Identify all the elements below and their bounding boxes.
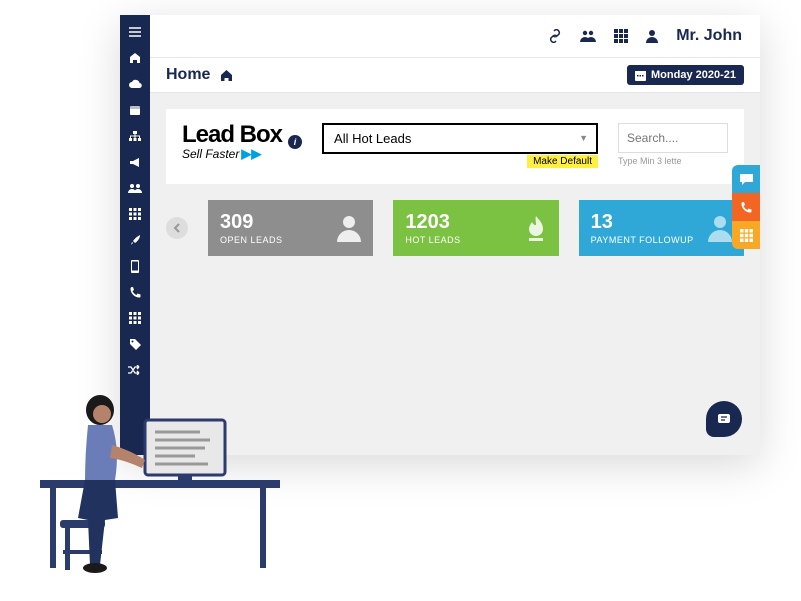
breadcrumb-bar: Home Monday 2020-21 <box>150 57 760 93</box>
rocket-icon[interactable] <box>128 233 142 247</box>
carousel-prev-button[interactable] <box>166 217 188 239</box>
widget-apps-icon[interactable] <box>732 221 760 249</box>
megaphone-icon[interactable] <box>128 155 142 169</box>
filter-row: Lead Box Sell Faster▶▶ i ▼ Make Default … <box>166 109 744 184</box>
stat-number: 309 <box>220 212 283 232</box>
apps-icon[interactable] <box>128 311 142 325</box>
sitemap-icon[interactable] <box>128 129 142 143</box>
users-icon[interactable] <box>128 181 142 195</box>
logo: Lead Box Sell Faster▶▶ i <box>182 123 302 160</box>
shuffle-icon[interactable] <box>128 363 142 377</box>
search-hint: Type Min 3 lette <box>618 156 728 166</box>
menu-icon[interactable] <box>128 25 142 39</box>
person-icon <box>337 214 361 242</box>
stat-number: 1203 <box>405 212 460 232</box>
stat-label: HOT LEADS <box>405 235 460 245</box>
stat-number: 13 <box>591 212 694 232</box>
date-badge[interactable]: Monday 2020-21 <box>627 65 744 85</box>
search-input[interactable] <box>618 123 728 153</box>
stat-label: PAYMENT FOLLOWUP <box>591 235 694 245</box>
stat-card-payment-followup[interactable]: 13 PAYMENT FOLLOWUP <box>579 200 744 256</box>
widget-chat-icon[interactable] <box>732 165 760 193</box>
logo-sub: Sell Faster▶▶ <box>182 147 282 160</box>
cloud-icon[interactable] <box>128 77 142 91</box>
date-text: Monday 2020-21 <box>651 69 736 81</box>
search-wrap: Type Min 3 lette <box>618 123 728 166</box>
link-icon[interactable] <box>548 29 562 43</box>
user-icon[interactable] <box>646 29 658 43</box>
tag-icon[interactable] <box>128 337 142 351</box>
group-icon[interactable] <box>580 30 596 42</box>
app-window: Mr. John Home Monday 2020-21 Lead Box <box>120 15 760 455</box>
page-title: Home <box>166 66 210 84</box>
breadcrumb-home-icon[interactable] <box>220 69 233 82</box>
content: Lead Box Sell Faster▶▶ i ▼ Make Default … <box>150 93 760 455</box>
chat-fab-button[interactable] <box>706 401 742 437</box>
calendar-small-icon <box>635 70 646 81</box>
grid-menu-icon[interactable] <box>614 29 628 43</box>
widget-call-icon[interactable] <box>732 193 760 221</box>
make-default-button[interactable]: Make Default <box>527 155 598 168</box>
grid-icon[interactable] <box>128 207 142 221</box>
followup-icon <box>708 214 732 242</box>
side-widgets <box>732 165 760 249</box>
calendar-icon[interactable] <box>128 103 142 117</box>
lead-filter-select[interactable] <box>322 123 598 154</box>
stat-card-open-leads[interactable]: 309 OPEN LEADS <box>208 200 373 256</box>
logo-main: Lead Box <box>182 123 282 147</box>
phone-icon[interactable] <box>128 285 142 299</box>
main-area: Mr. John Home Monday 2020-21 Lead Box <box>150 15 760 455</box>
sidebar <box>120 15 150 455</box>
stats-row: 309 OPEN LEADS 1203 HOT LEADS <box>150 184 760 272</box>
topbar: Mr. John <box>150 15 760 57</box>
mobile-icon[interactable] <box>128 259 142 273</box>
user-name[interactable]: Mr. John <box>676 27 742 45</box>
home-icon[interactable] <box>128 51 142 65</box>
logo-arrows-icon: ▶▶ <box>241 147 261 160</box>
lead-filter-select-wrap: ▼ Make Default <box>322 123 598 154</box>
stat-label: OPEN LEADS <box>220 235 283 245</box>
stat-card-hot-leads[interactable]: 1203 HOT LEADS <box>393 200 558 256</box>
flame-icon <box>525 214 547 242</box>
info-icon[interactable]: i <box>288 135 302 149</box>
